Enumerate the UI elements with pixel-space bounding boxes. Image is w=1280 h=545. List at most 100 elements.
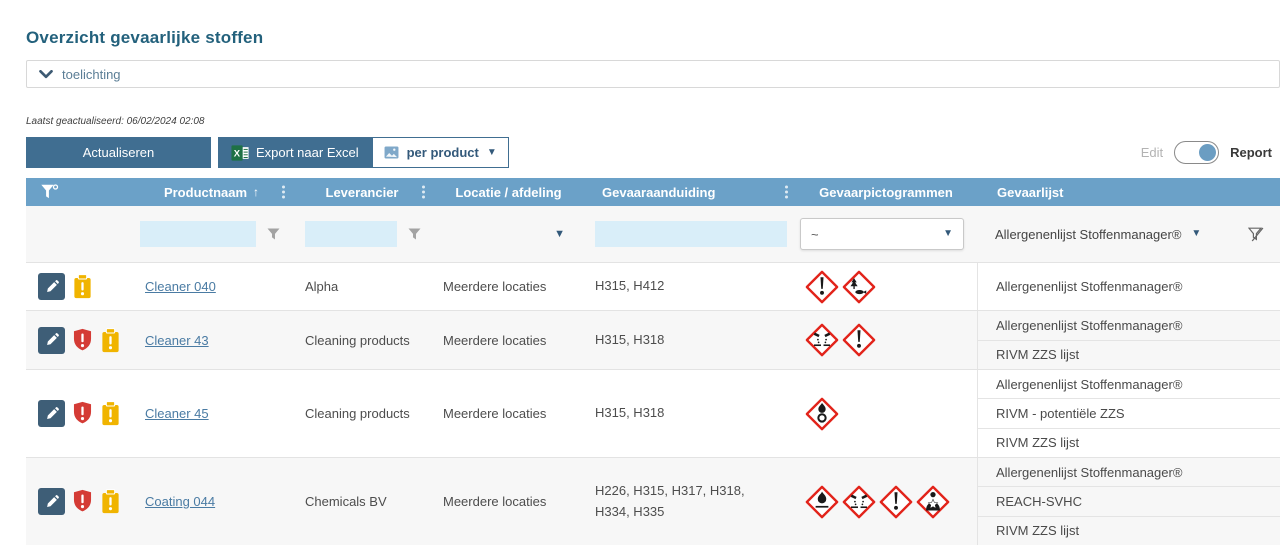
leverancier-cell: Chemicals BV: [292, 458, 432, 545]
gevaarlijst-item: RIVM ZZS lijst: [978, 428, 1280, 457]
locatie-filter-dropdown-arrow[interactable]: ▼: [554, 229, 565, 240]
edit-pencil-button[interactable]: [38, 488, 65, 515]
gevaarpictogrammen-filter-dropdown[interactable]: ~ ▼: [800, 218, 964, 250]
gevaarlijst-item: RIVM - potentiële ZZS: [978, 398, 1280, 427]
leverancier-cell: Cleaning products: [292, 311, 432, 369]
row-tools-cell: [26, 311, 131, 369]
clipboard-warning-icon: [100, 489, 121, 514]
edit-pencil-button[interactable]: [38, 400, 65, 427]
column-label: Gevaaraanduiding: [602, 185, 715, 200]
column-label: Locatie / afdeling: [455, 185, 561, 200]
shield-warning-icon: [72, 328, 93, 353]
header-filter-settings[interactable]: [26, 178, 131, 206]
clear-filter-icon: [1248, 227, 1264, 242]
row-tools-cell: [26, 370, 131, 457]
table-row: Cleaner 43 Cleaning productsMeerdere loca…: [26, 310, 1280, 369]
ghs-flame-over-circle-pictogram: [805, 397, 839, 431]
filter-cell-productnaam: [131, 206, 292, 262]
filter-icon[interactable]: [406, 226, 423, 242]
gevaarlijst-filter-dropdown[interactable]: Allergenenlijst Stoffenmanager® ▼: [995, 227, 1201, 242]
toelichting-expander[interactable]: toelichting: [26, 60, 1280, 88]
ghs-corrosion-pictogram: [842, 485, 876, 519]
report-label[interactable]: Report: [1230, 145, 1272, 160]
gevaarlijst-cell: Allergenenlijst Stoffenmanager®RIVM - po…: [977, 370, 1280, 457]
toelichting-label: toelichting: [62, 67, 121, 82]
column-header-gevaarlijst[interactable]: Gevaarlijst: [977, 178, 1280, 206]
leverancier-filter-input[interactable]: [305, 221, 397, 247]
ghs-exclamation-pictogram: [842, 323, 876, 357]
productnaam-filter-input[interactable]: [140, 221, 256, 247]
leverancier-cell: Alpha: [292, 263, 432, 310]
shield-warning-icon: [72, 489, 93, 514]
gevaarlijst-item: Allergenenlijst Stoffenmanager®: [978, 263, 1280, 310]
column-header-gevaarpictogrammen[interactable]: Gevaarpictogrammen: [795, 178, 977, 206]
svg-text:X: X: [234, 148, 241, 159]
substances-table: Productnaam ↑ Leverancier Locatie / afde…: [26, 178, 1280, 545]
column-menu-icon[interactable]: [280, 184, 287, 201]
column-header-productnaam[interactable]: Productnaam ↑: [131, 178, 292, 206]
filter-cell-gevaarpictogrammen: ~ ▼: [795, 206, 977, 262]
column-label: Productnaam: [164, 185, 247, 200]
product-link[interactable]: Cleaner 43: [145, 333, 209, 348]
filter-cell-leverancier: [292, 206, 432, 262]
gevaarpictogrammen-cell: [795, 370, 977, 457]
gevaaraanduiding-cell: H315, H318: [585, 311, 795, 369]
gevaarlijst-item: RIVM ZZS lijst: [978, 340, 1280, 370]
productnaam-cell: Cleaner 040: [131, 263, 292, 310]
edit-report-toggle[interactable]: [1174, 141, 1219, 164]
gevaaraanduiding-cell: H315, H318: [585, 370, 795, 457]
ghs-corrosion-pictogram: [805, 323, 839, 357]
gevaarlijst-item: Allergenenlijst Stoffenmanager®: [978, 311, 1280, 340]
productnaam-cell: Cleaner 43: [131, 311, 292, 369]
table-header: Productnaam ↑ Leverancier Locatie / afde…: [26, 178, 1280, 206]
filter-cell-tools: [26, 206, 131, 262]
table-row: Coating 044Chemicals BVMeerdere locaties…: [26, 457, 1280, 545]
edit-pencil-button[interactable]: [38, 327, 65, 354]
export-excel-button[interactable]: X Export naar Excel: [218, 137, 372, 168]
locatie-cell: Meerdere locaties: [432, 311, 585, 369]
column-label: Gevaarpictogrammen: [819, 185, 953, 200]
clipboard-warning-icon: [72, 274, 93, 299]
table-row: Cleaner 45Cleaning productsMeerdere loca…: [26, 369, 1280, 457]
filter-icon[interactable]: [265, 226, 282, 242]
filter-row: ▼ ~ ▼ Allergenenlijst Stoffenmanager® ▼: [26, 206, 1280, 262]
column-label: Leverancier: [326, 185, 399, 200]
gevaarpictogrammen-cell: [795, 311, 977, 369]
view-mode-dropdown[interactable]: per product ▼: [372, 137, 509, 168]
column-header-locatie[interactable]: Locatie / afdeling: [432, 178, 585, 206]
locatie-cell: Meerdere locaties: [432, 263, 585, 310]
column-menu-icon[interactable]: [420, 184, 427, 201]
toolbar: Actualiseren X Export naar Excel: [26, 137, 1280, 168]
row-tools-cell: [26, 458, 131, 545]
product-link[interactable]: Cleaner 040: [145, 279, 216, 294]
pencil-icon: [44, 332, 60, 348]
pencil-icon: [44, 279, 60, 295]
gevaarpictogrammen-cell: [795, 458, 977, 545]
clear-filter-button[interactable]: [1246, 225, 1266, 244]
edit-pencil-button[interactable]: [38, 273, 65, 300]
product-link[interactable]: Coating 044: [145, 494, 215, 509]
product-link[interactable]: Cleaner 45: [145, 406, 209, 421]
clipboard-warning-icon: [100, 401, 121, 426]
column-header-gevaaraanduiding[interactable]: Gevaaraanduiding: [585, 178, 795, 206]
toggle-knob: [1199, 144, 1216, 161]
shield-warning-icon: [72, 401, 93, 426]
filter-cell-locatie: ▼: [432, 206, 585, 262]
column-menu-icon[interactable]: [783, 184, 790, 201]
column-header-leverancier[interactable]: Leverancier: [292, 178, 432, 206]
last-updated-text: Laatst geactualiseerd: 06/02/2024 02:08: [26, 116, 1280, 127]
gevaaraanduiding-filter-input[interactable]: [595, 221, 787, 247]
edit-label[interactable]: Edit: [1141, 145, 1163, 160]
sort-ascending-icon: ↑: [253, 185, 259, 199]
gevaarlijst-cell: Allergenenlijst Stoffenmanager®RIVM ZZS …: [977, 311, 1280, 369]
report-view-icon: [384, 146, 399, 159]
table-row: Cleaner 040 AlphaMeerdere locatiesH315, H…: [26, 262, 1280, 310]
actualiseren-button[interactable]: Actualiseren: [26, 137, 211, 168]
gevaaraanduiding-cell: H315, H412: [585, 263, 795, 310]
gevaarpictogrammen-filter-value: ~: [811, 227, 819, 242]
gevaaraanduiding-cell: H226, H315, H317, H318, H334, H335: [585, 458, 795, 545]
gevaarpictogrammen-cell: [795, 263, 977, 310]
gevaarlijst-cell: Allergenenlijst Stoffenmanager®REACH-SVH…: [977, 458, 1280, 545]
gevaarlijst-filter-value: Allergenenlijst Stoffenmanager®: [995, 227, 1181, 242]
ghs-exclamation-pictogram: [879, 485, 913, 519]
